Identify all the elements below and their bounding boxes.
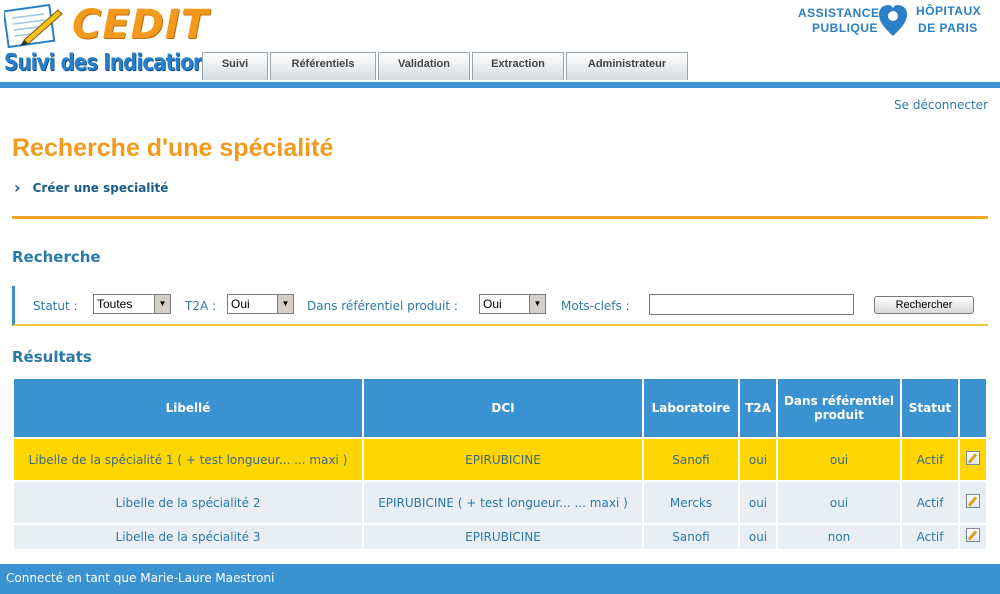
header: CEDIT Suivi des Indications ASSISTANCE H…	[0, 0, 1000, 84]
cell-statut: Actif	[902, 439, 958, 480]
t2a-select[interactable]: Oui ▼	[227, 294, 294, 314]
results-section-title: Résultats	[12, 348, 92, 366]
col-referentiel[interactable]: Dans référentiel produit	[778, 379, 900, 437]
tab-suivi[interactable]: Suivi	[202, 52, 268, 80]
header-bar	[0, 82, 1000, 88]
results-table: Libellé DCI Laboratoire T2A Dans référen…	[12, 377, 988, 551]
cell-referentiel: oui	[778, 439, 900, 480]
aphp-text-1a: ASSISTANCE	[798, 6, 880, 20]
table-header-row: Libellé DCI Laboratoire T2A Dans référen…	[14, 379, 986, 437]
statut-select-value: Toutes	[97, 297, 133, 311]
logo-title: CEDIT	[72, 2, 210, 48]
cell-t2a: oui	[740, 482, 776, 523]
tab-administrateur[interactable]: Administrateur	[566, 52, 688, 80]
chevron-down-icon: ▼	[154, 295, 170, 313]
t2a-select-value: Oui	[231, 297, 250, 311]
aphp-text-2b: DE PARIS	[918, 21, 978, 35]
create-specialite-link[interactable]: › Créer une specialité	[14, 180, 168, 196]
statut-select[interactable]: Toutes ▼	[93, 294, 171, 314]
edit-icon[interactable]	[966, 493, 980, 508]
tab-extraction[interactable]: Extraction	[472, 52, 564, 80]
aphp-logo: ASSISTANCE HÔPITAUX PUBLIQUE DE PARIS	[798, 4, 988, 38]
edit-icon[interactable]	[966, 450, 980, 465]
col-laboratoire[interactable]: Laboratoire	[644, 379, 738, 437]
logo-subtitle: Suivi des Indications	[4, 50, 218, 76]
referentiel-select[interactable]: Oui ▼	[479, 294, 546, 314]
statut-label: Statut :	[33, 299, 78, 313]
heart-icon	[879, 5, 907, 36]
tab-referentiels[interactable]: Référentiels	[270, 52, 376, 80]
cell-laboratoire: Sanofi	[644, 439, 738, 480]
cell-libelle[interactable]: Libelle de la spécialité 2	[14, 482, 362, 523]
logout-link[interactable]: Se déconnecter	[894, 98, 988, 112]
divider	[12, 216, 988, 219]
cell-referentiel: oui	[778, 482, 900, 523]
table-row[interactable]: Libelle de la spécialité 1 ( + test long…	[14, 439, 986, 480]
chevron-down-icon: ▼	[277, 295, 293, 313]
col-dci[interactable]: DCI	[364, 379, 642, 437]
cell-statut: Actif	[902, 482, 958, 523]
referentiel-label: Dans référentiel produit :	[307, 299, 458, 313]
cedit-logo[interactable]: CEDIT Suivi des Indications	[0, 0, 218, 82]
col-libelle[interactable]: Libellé	[14, 379, 362, 437]
table-row[interactable]: Libelle de la spécialité 2 EPIRUBICINE (…	[14, 482, 986, 523]
t2a-label: T2A :	[185, 299, 217, 313]
keywords-input[interactable]	[649, 294, 854, 315]
cell-dci: EPIRUBICINE	[364, 439, 642, 480]
cell-action	[960, 525, 986, 549]
page-title: Recherche d'une spécialité	[12, 134, 334, 162]
cell-dci: EPIRUBICINE	[364, 525, 642, 549]
keywords-label: Mots-clefs :	[561, 299, 630, 313]
cell-dci: EPIRUBICINE ( + test longueur... ... max…	[364, 482, 642, 523]
cell-action	[960, 482, 986, 523]
referentiel-select-value: Oui	[483, 297, 502, 311]
notepad-pencil-icon	[4, 4, 63, 48]
cell-t2a: oui	[740, 525, 776, 549]
search-form: Statut : Toutes ▼ T2A : Oui ▼ Dans référ…	[12, 286, 988, 326]
create-link-label: Créer une specialité	[32, 181, 169, 195]
chevron-down-icon: ▼	[529, 295, 545, 313]
cell-action	[960, 439, 986, 480]
col-statut[interactable]: Statut	[902, 379, 958, 437]
cell-statut: Actif	[902, 525, 958, 549]
cell-referentiel: non	[778, 525, 900, 549]
aphp-text-1b: HÔPITAUX	[916, 4, 982, 18]
footer-bar: Connecté en tant que Marie-Laure Maestro…	[0, 564, 1000, 594]
table-row[interactable]: Libelle de la spécialité 3 EPIRUBICINE S…	[14, 525, 986, 549]
search-button[interactable]: Rechercher	[874, 296, 974, 314]
col-actions	[960, 379, 986, 437]
cell-libelle[interactable]: Libelle de la spécialité 3	[14, 525, 362, 549]
cell-t2a: oui	[740, 439, 776, 480]
tab-validation[interactable]: Validation	[378, 52, 470, 80]
chevron-right-icon: ›	[14, 178, 21, 197]
cell-laboratoire: Sanofi	[644, 525, 738, 549]
aphp-text-2a: PUBLIQUE	[812, 21, 879, 35]
search-section-title: Recherche	[12, 248, 101, 266]
cell-libelle[interactable]: Libelle de la spécialité 1 ( + test long…	[14, 439, 362, 480]
col-t2a[interactable]: T2A	[740, 379, 776, 437]
main-tabs: Suivi Référentiels Validation Extraction…	[202, 52, 690, 82]
connected-user-text: Connecté en tant que Marie-Laure Maestro…	[6, 571, 275, 585]
edit-icon[interactable]	[966, 528, 980, 542]
cell-laboratoire: Mercks	[644, 482, 738, 523]
